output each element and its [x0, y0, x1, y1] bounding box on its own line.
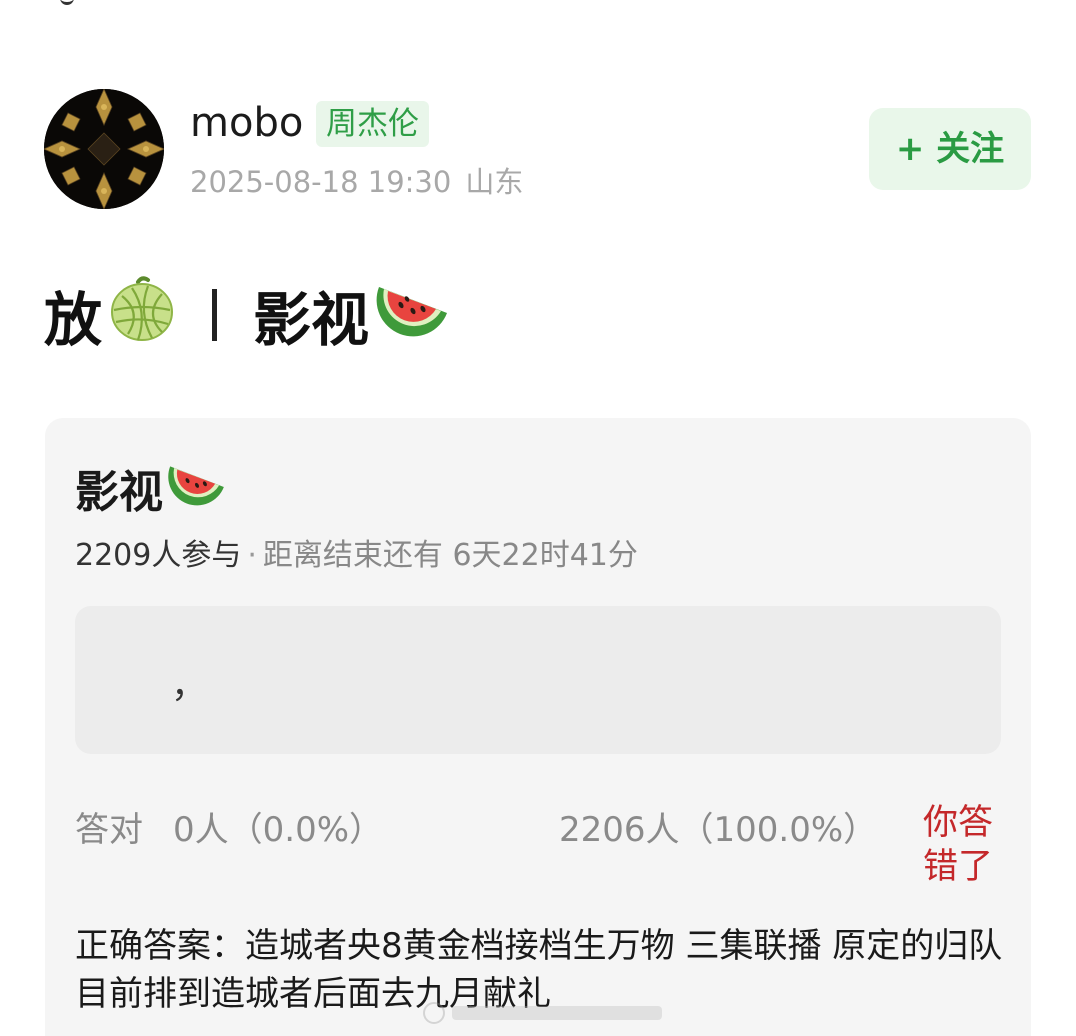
correct-count: 0人（0.0%） [173, 810, 384, 850]
watermark-image [420, 998, 680, 1028]
post-title-part1: 放 [44, 286, 103, 354]
status-bar-edge [60, 0, 74, 5]
user-tag[interactable]: 周杰伦 [316, 101, 429, 147]
quiz-title: 影视 [75, 456, 227, 520]
quiz-option[interactable]: ， [75, 606, 1001, 754]
avatar[interactable] [44, 89, 164, 209]
answer-status: 你答错了 [923, 803, 994, 887]
participant-count: 2209人参与 [75, 538, 242, 573]
other-count: 2206人（100.0%） [559, 810, 878, 850]
follow-button[interactable]: + 关注 [869, 108, 1031, 190]
username[interactable]: mobo [190, 98, 303, 148]
post-meta: 2025-08-18 19:30 山东 [190, 162, 523, 202]
post-datetime: 2025-08-18 19:30 [190, 165, 452, 199]
weibo-post-page: mobo 周杰伦 2025-08-18 19:30 山东 + 关注 放 影视 影… [0, 0, 1076, 1036]
quiz-title-text: 影视 [75, 467, 163, 518]
quiz-stats: 2209人参与 · 距离结束还有 6天22时41分 [75, 534, 638, 578]
title-separator [212, 289, 218, 341]
quiz-option-text: ， [171, 665, 208, 706]
avatar-pattern-icon [44, 89, 164, 209]
post-title: 放 影视 [44, 270, 451, 360]
time-remaining: 距离结束还有 6天22时41分 [262, 538, 638, 573]
quiz-card[interactable]: 影视 2209人参与 · 距离结束还有 6天22时41分 ， 答对 0人（0.0… [45, 418, 1031, 1036]
melon-icon [108, 274, 176, 356]
watermelon-icon [375, 277, 451, 353]
post-title-part2: 影视 [253, 286, 370, 354]
watermelon-icon [167, 458, 227, 519]
correct-label: 答对 [75, 810, 143, 850]
stats-dot: · [247, 538, 257, 573]
post-location: 山东 [465, 165, 524, 199]
